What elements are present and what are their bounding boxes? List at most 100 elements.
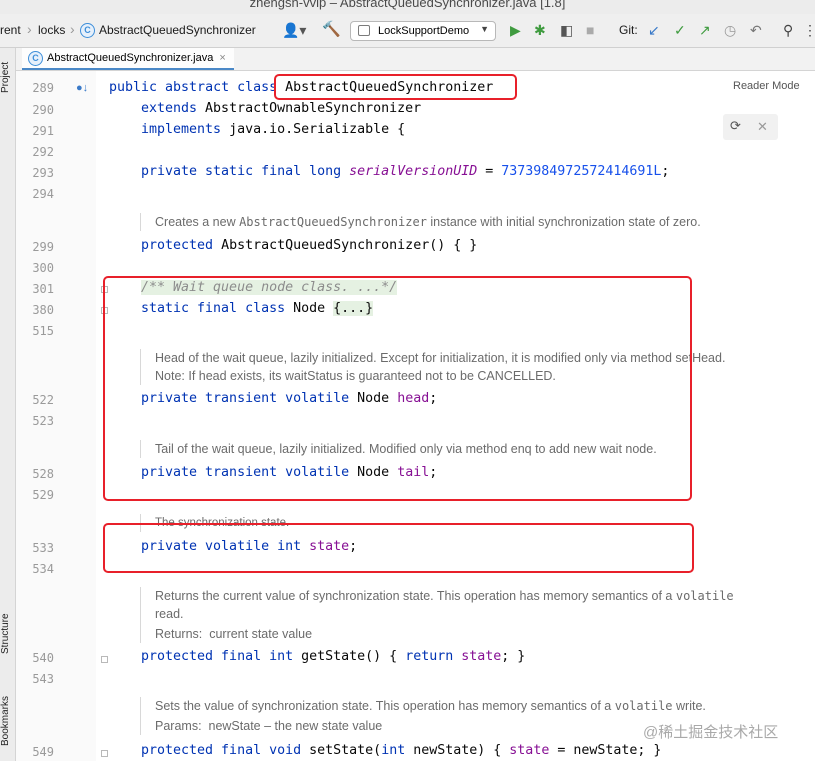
highlight-box-queue-fields [103,276,692,501]
tool-tab-project[interactable]: Project [0,52,15,102]
git-label: Git: [619,23,638,37]
code-token: public abstract class [109,80,286,95]
code-token: state [509,743,550,758]
code-token: newState) { [413,743,510,758]
code-token: return [405,649,462,664]
history-icon[interactable]: ◷ [724,22,736,38]
code-token: state [461,649,502,664]
window-title: zhengsh-vvip – AbstractQueuedSynchronize… [249,0,566,10]
fold-marker-icon[interactable] [101,750,108,757]
hammer-icon[interactable]: 🔨 [322,22,341,38]
doc-tag: Params: [155,719,202,733]
code-token: ; } [501,649,526,664]
code-token: AbstractOwnableSynchronizer [205,101,422,116]
breadcrumb-class[interactable]: C AbstractQueuedSynchronizer [80,23,256,39]
window-title-bar: zhengsh-vvip – AbstractQueuedSynchronize… [0,0,815,14]
line-number: 292 [32,145,54,159]
line-number: 523 [32,414,54,428]
doc-text: volatile [675,589,734,603]
code-token: implements [141,122,230,137]
code-line-549: protected final void setState(int newSta… [141,743,661,758]
code-token: protected final void [141,743,310,758]
line-number: 380 [32,303,54,317]
breadcrumb-separator-icon: › [27,21,32,37]
tab-abstract-queued-synchronizer[interactable]: C AbstractQueuedSynchronizer.java × [22,48,234,70]
search-icon[interactable]: ⚲ [783,22,793,38]
highlight-box-class-name [274,74,517,100]
line-number: 534 [32,562,54,576]
debug-icon[interactable]: ✱ [534,22,546,38]
code-line-299: protected AbstractQueuedSynchronizer() {… [141,238,477,253]
code-token: setState( [309,743,382,758]
vcs-commit-icon[interactable]: ✓ [674,22,686,38]
fold-marker-icon[interactable] [101,656,108,663]
code-token: AbstractQueuedSynchronizer() { } [221,238,478,253]
vcs-update-icon[interactable]: ↙ [648,22,660,38]
user-icon[interactable]: 👤▾ [282,22,306,38]
line-number: 289 [32,81,54,95]
doc-tag: Returns: [155,627,203,641]
rollback-icon[interactable]: ↶ [750,22,762,38]
code-token: 7373984972572414691L [501,164,662,179]
line-number: 293 [32,166,54,180]
breadcrumb-locks[interactable]: locks [38,23,65,37]
code-token: serialVersionUID [349,164,478,179]
code-line-293: private static final long serialVersionU… [141,164,669,179]
code-token: = newState; } [549,743,662,758]
vcs-push-icon[interactable]: ↗ [699,22,711,38]
doc-text: Returns the current value of synchroniza… [155,589,676,603]
refresh-icon[interactable]: ⟳ [730,118,741,134]
line-number: 301 [32,282,54,296]
override-marker-icon[interactable]: ●↓ [76,82,88,94]
breadcrumb-class-label: AbstractQueuedSynchronizer [99,23,256,37]
highlight-box-state-field [103,523,694,573]
chevron-down-icon: ▼ [480,24,489,34]
tab-label: AbstractQueuedSynchronizer.java [47,52,214,64]
doc-text: read. [155,607,184,621]
breadcrumb-parent[interactable]: rent [0,23,21,37]
line-number: 549 [32,745,54,759]
line-number: 515 [32,324,54,338]
tool-tab-bookmarks[interactable]: Bookmarks [0,686,15,756]
run-icon[interactable]: ▶ [510,22,521,38]
run-config-icon [358,25,370,36]
reader-mode-toggle[interactable]: Reader Mode [733,80,800,92]
code-token: protected [141,238,222,253]
tool-tab-structure[interactable]: Structure [0,604,15,664]
doc-text: Creates a new [155,215,240,229]
code-token: = [477,164,502,179]
code-line-540: protected final int getState() { return … [141,649,525,664]
coverage-icon[interactable]: ◧ [560,22,573,38]
code-line-290: extends AbstractOwnableSynchronizer [141,101,421,116]
code-token: protected final int [141,649,302,664]
doc-text: AbstractQueuedSynchronizer [239,215,427,229]
class-icon: C [28,50,43,66]
doc-comment-constructor: Creates a new AbstractQueuedSynchronizer… [140,213,765,231]
left-tool-strip: Project Structure Bookmarks [0,48,16,761]
doc-text: Sets the value of synchronization state.… [155,699,615,713]
code-token: getState() { [301,649,406,664]
doc-comment-getstate: Returns the current value of synchroniza… [140,587,765,643]
class-icon: C [80,23,95,39]
more-icon[interactable]: ⋮ [803,22,815,38]
watermark: @稀土掘金技术社区 [643,724,779,741]
breadcrumb-separator-icon: › [70,21,75,37]
line-number: 522 [32,393,54,407]
stop-icon[interactable]: ■ [586,22,594,38]
editor-tab-bar: C AbstractQueuedSynchronizer.java × [16,48,815,71]
line-number: 294 [32,187,54,201]
doc-text: write. [672,699,706,713]
run-configuration-select[interactable]: LockSupportDemo ▼ [350,21,496,41]
code-token: private static final long [141,164,350,179]
line-number: 300 [32,261,54,275]
doc-text: instance with initial synchronization st… [426,215,701,229]
line-number: 533 [32,541,54,555]
line-number: 528 [32,467,54,481]
code-token: extends [141,101,206,116]
close-icon[interactable]: × [219,52,225,64]
line-number: 540 [32,651,54,665]
line-number: 291 [32,124,54,138]
line-number: 543 [32,672,54,686]
inspection-widget: ⟳ ✕ [723,114,778,140]
close-icon[interactable]: ✕ [757,119,768,135]
